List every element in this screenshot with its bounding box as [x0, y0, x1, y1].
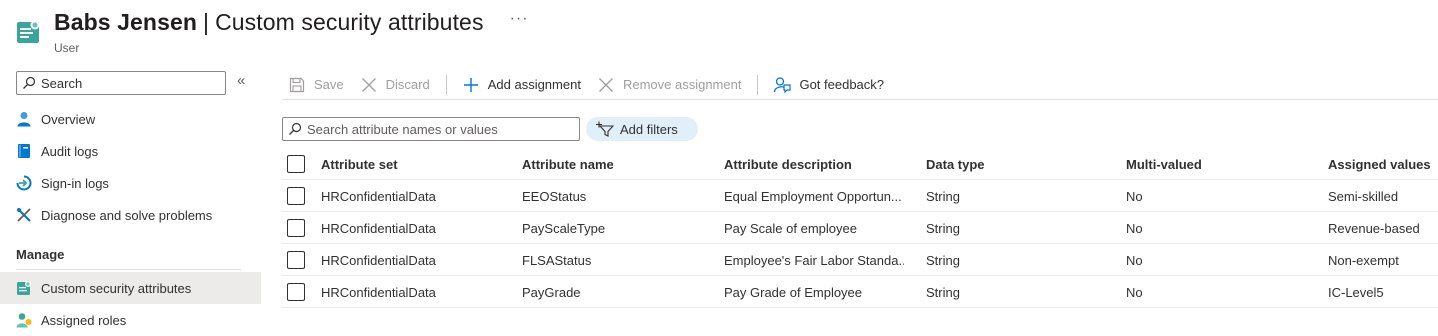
sidebar-item-label: Audit logs: [41, 143, 99, 159]
table-row[interactable]: HRConfidentialData PayScaleType Pay Scal…: [282, 212, 1438, 244]
close-icon: [597, 76, 615, 94]
cell-data-type: String: [926, 220, 960, 236]
cell-assigned-values: Non-exempt: [1328, 252, 1399, 268]
add-assignment-label: Add assignment: [487, 77, 581, 92]
sidebar-item-assigned-roles[interactable]: Assigned roles: [0, 304, 261, 336]
title-separator: |: [203, 9, 210, 35]
select-all-checkbox[interactable]: [287, 155, 305, 173]
table-row[interactable]: HRConfidentialData EEOStatus Equal Emplo…: [282, 180, 1438, 212]
sidebar-item-diagnose[interactable]: Diagnose and solve problems: [0, 199, 261, 231]
cell-attribute-description: Pay Grade of Employee: [724, 284, 863, 300]
cell-assigned-values: Revenue-based: [1328, 220, 1420, 236]
attribute-search-input[interactable]: Search attribute names or values: [282, 117, 580, 141]
column-header-attribute-set[interactable]: Attribute set: [321, 148, 516, 180]
add-filter-icon: [596, 121, 614, 137]
add-filters-button[interactable]: Add filters: [586, 117, 698, 141]
column-header-assigned-values[interactable]: Assigned values: [1328, 148, 1438, 180]
custom-security-attributes-app-icon: [16, 19, 42, 45]
toolbar-divider: [445, 74, 447, 95]
cell-attribute-name: PayGrade: [522, 284, 581, 300]
assigned-roles-icon: [16, 312, 32, 328]
cell-data-type: String: [926, 252, 960, 268]
page-subtitle: User: [54, 41, 80, 55]
remove-assignment-button[interactable]: Remove assignment: [597, 71, 742, 99]
column-header-attribute-name[interactable]: Attribute name: [522, 148, 717, 180]
column-header-data-type[interactable]: Data type: [926, 148, 1106, 180]
sidebar: Search « Overview Audit logs Sign-in log…: [0, 70, 262, 336]
feedback-button[interactable]: Got feedback?: [773, 71, 884, 99]
table-row[interactable]: HRConfidentialData PayGrade Pay Grade of…: [282, 276, 1438, 308]
row-checkbox[interactable]: [287, 187, 305, 205]
add-filters-label: Add filters: [620, 121, 678, 137]
sidebar-item-label: Overview: [41, 111, 96, 127]
column-header-attribute-description[interactable]: Attribute description: [724, 148, 904, 180]
sidebar-search-input[interactable]: Search: [16, 71, 226, 95]
cell-multi-valued: No: [1126, 252, 1143, 268]
search-icon: [288, 122, 302, 136]
sidebar-item-custom-security-attributes[interactable]: Custom security attributes: [0, 272, 261, 304]
audit-logs-icon: [16, 143, 32, 159]
save-icon: [288, 76, 306, 94]
cell-attribute-set: HRConfidentialData: [321, 252, 436, 268]
save-button[interactable]: Save: [288, 71, 344, 99]
cell-attribute-description: Pay Scale of employee: [724, 220, 857, 236]
attributes-table: Attribute set Attribute name Attribute d…: [282, 148, 1438, 308]
feedback-label: Got feedback?: [799, 77, 885, 92]
column-header-multi-valued[interactable]: Multi-valued: [1126, 148, 1306, 180]
wrench-icon: [16, 207, 32, 223]
sidebar-item-overview[interactable]: Overview: [0, 103, 261, 135]
collapse-sidebar-button[interactable]: «: [237, 72, 245, 89]
feedback-icon: [773, 76, 792, 94]
more-options-button[interactable]: ···: [510, 10, 529, 28]
cell-assigned-values: IC-Level5: [1328, 284, 1384, 300]
sidebar-item-audit-logs[interactable]: Audit logs: [0, 135, 261, 167]
sidebar-item-label: Sign-in logs: [41, 175, 109, 191]
remove-assignment-label: Remove assignment: [622, 77, 742, 92]
cell-data-type: String: [926, 188, 960, 204]
cell-attribute-set: HRConfidentialData: [321, 220, 436, 236]
cell-multi-valued: No: [1126, 284, 1143, 300]
row-checkbox[interactable]: [287, 251, 305, 269]
close-icon: [360, 76, 378, 94]
row-checkbox[interactable]: [287, 219, 305, 237]
sidebar-item-label: Custom security attributes: [41, 280, 192, 296]
row-checkbox[interactable]: [287, 283, 305, 301]
search-icon: [22, 76, 36, 90]
table-header-row: Attribute set Attribute name Attribute d…: [282, 148, 1438, 180]
page-title: Babs Jensen | Custom security attributes: [54, 9, 484, 36]
cell-attribute-name: EEOStatus: [522, 188, 587, 204]
plus-icon: [462, 76, 480, 94]
page-name: Custom security attributes: [215, 9, 484, 35]
section-divider: [16, 269, 241, 270]
command-bar: Save Discard Add assignment Remove assig…: [282, 70, 1438, 100]
cell-attribute-name: FLSAStatus: [522, 252, 592, 268]
discard-label: Discard: [385, 77, 430, 92]
table-row[interactable]: HRConfidentialData FLSAStatus Employee's…: [282, 244, 1438, 276]
section-label-manage: Manage: [16, 247, 65, 262]
cell-attribute-set: HRConfidentialData: [321, 188, 436, 204]
sidebar-search-placeholder: Search: [41, 75, 83, 91]
user-name: Babs Jensen: [54, 9, 197, 35]
custom-security-attributes-icon: [16, 280, 32, 296]
sidebar-item-label: Assigned roles: [41, 312, 127, 328]
cell-attribute-description: Employee's Fair Labor Standa...: [724, 252, 904, 268]
cell-attribute-description: Equal Employment Opportun...: [724, 188, 902, 204]
cell-data-type: String: [926, 284, 960, 300]
attribute-search-placeholder: Search attribute names or values: [307, 121, 498, 137]
add-assignment-button[interactable]: Add assignment: [462, 71, 581, 99]
cell-attribute-name: PayScaleType: [522, 220, 606, 236]
person-icon: [16, 111, 32, 127]
save-label: Save: [314, 77, 344, 92]
cell-assigned-values: Semi-skilled: [1328, 188, 1399, 204]
discard-button[interactable]: Discard: [360, 71, 430, 99]
toolbar-divider: [757, 74, 759, 95]
cell-multi-valued: No: [1126, 220, 1143, 236]
sign-in-logs-icon: [16, 175, 32, 191]
cell-multi-valued: No: [1126, 188, 1143, 204]
sidebar-item-sign-in-logs[interactable]: Sign-in logs: [0, 167, 261, 199]
cell-attribute-set: HRConfidentialData: [321, 284, 436, 300]
sidebar-item-label: Diagnose and solve problems: [41, 207, 213, 223]
